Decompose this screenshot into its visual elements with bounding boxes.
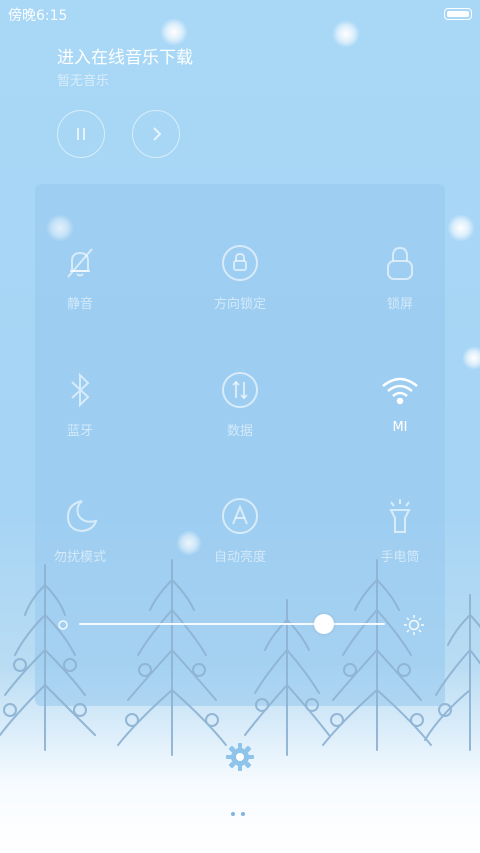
- toggle-label: 蓝牙: [66, 424, 93, 439]
- moon-icon: [66, 500, 98, 533]
- flashlight-icon: [389, 499, 411, 533]
- toggle-label: 锁屏: [386, 297, 413, 312]
- tree-1: [0, 564, 96, 751]
- snowflake-decoration: [176, 530, 202, 556]
- brightness-slider[interactable]: [55, 610, 425, 640]
- toggle-wifi[interactable]: MI: [340, 370, 460, 460]
- toggle-bluetooth[interactable]: 蓝牙: [20, 370, 140, 460]
- auto-brightness-icon: [222, 498, 258, 534]
- toggle-label: 数据: [226, 424, 253, 439]
- next-button[interactable]: [132, 110, 180, 158]
- toggle-mute[interactable]: 静音: [20, 243, 140, 333]
- brightness-track[interactable]: [79, 623, 385, 625]
- toggle-label: 静音: [66, 297, 93, 312]
- status-time: 傍晚6:15: [8, 8, 68, 24]
- page-indicator: [231, 812, 249, 818]
- wifi-icon: [382, 377, 418, 405]
- tree-5: [424, 594, 480, 751]
- mobile-data-icon: [222, 372, 258, 408]
- brightness-thumb[interactable]: [313, 614, 334, 634]
- pause-icon: [77, 128, 85, 140]
- music-title[interactable]: 进入在线音乐下载: [57, 43, 193, 68]
- snowflake-decoration: [46, 214, 74, 242]
- toggle-label: MI: [392, 420, 408, 435]
- tree-4: [322, 559, 432, 751]
- bluetooth-icon: [71, 372, 90, 408]
- rotation-lock-icon: [222, 245, 258, 281]
- toggle-rotation-lock[interactable]: 方向锁定: [180, 243, 300, 333]
- pause-button[interactable]: [57, 110, 105, 158]
- page-dot: [231, 812, 235, 816]
- mute-bell-icon: [67, 248, 93, 278]
- snowflake-decoration: [332, 20, 360, 48]
- toggle-lock-screen[interactable]: 锁屏: [340, 243, 460, 333]
- brightness-high-icon: [404, 615, 424, 635]
- chevron-right-icon: [153, 127, 162, 141]
- toggle-mobile-data[interactable]: 数据: [180, 370, 300, 460]
- snowflake-decoration: [447, 214, 475, 242]
- toggle-label: 方向锁定: [213, 297, 266, 312]
- tree-2: [117, 559, 227, 756]
- lock-icon: [387, 246, 413, 280]
- settings-gear-icon[interactable]: [225, 742, 255, 772]
- page-dot: [241, 812, 245, 816]
- snowflake-decoration: [160, 18, 188, 46]
- status-bar: 傍晚6:15: [0, 0, 480, 26]
- brightness-low-icon: [58, 620, 68, 630]
- music-subtitle: 暂无音乐: [57, 74, 110, 89]
- snowflake-decoration: [462, 346, 480, 370]
- battery-icon: [444, 8, 472, 20]
